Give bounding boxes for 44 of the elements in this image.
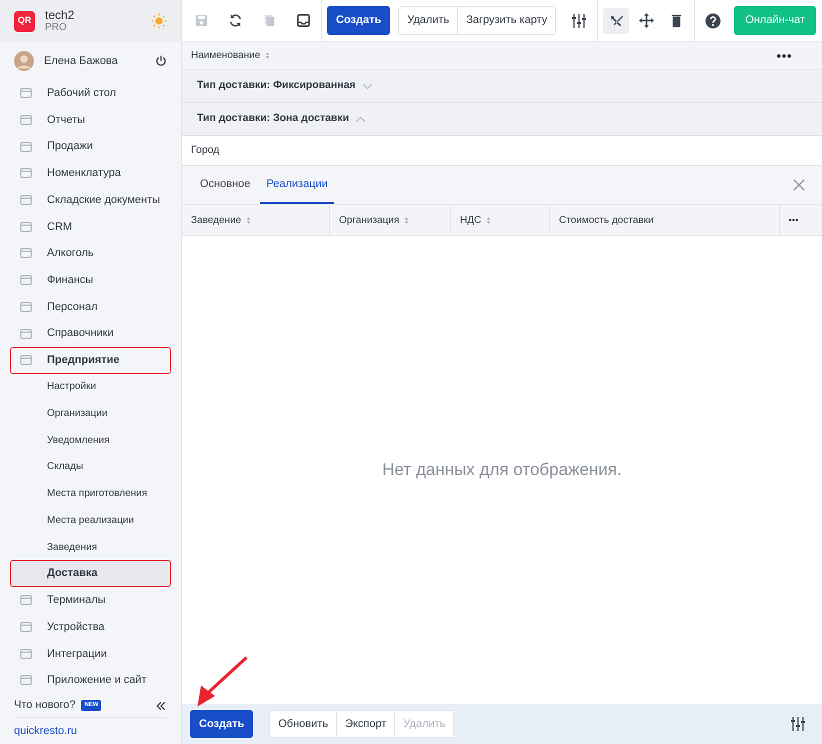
plan-label: PRO	[45, 22, 68, 34]
submenu-item[interactable]: Организации	[0, 400, 171, 427]
whats-new-link[interactable]: Что нового?	[14, 697, 76, 714]
menu-item[interactable]: Продажи	[0, 133, 171, 160]
submenu-item[interactable]: Уведомления	[0, 426, 171, 454]
column-header[interactable]: Стоимость доставки	[559, 212, 654, 228]
brand-name: tech2	[45, 8, 76, 22]
menu-item[interactable]: Номенклатура	[0, 160, 171, 187]
tab[interactable]: Основное	[194, 166, 256, 204]
menu-item[interactable]: Справочники	[0, 320, 171, 347]
menu-item[interactable]: Отчеты	[0, 106, 171, 134]
menu-item[interactable]: Терминалы	[0, 587, 171, 614]
submenu-item[interactable]: Настройки	[0, 374, 171, 400]
menu-item[interactable]: Финансы	[0, 266, 171, 294]
table-cell-text: Город	[191, 142, 220, 158]
menu-item[interactable]: Алкоголь	[0, 240, 171, 267]
logo: QR	[14, 10, 35, 32]
submenu-item[interactable]: Заведения	[0, 534, 171, 560]
menu-item[interactable]: Персонал	[0, 294, 171, 320]
menu-item[interactable]: CRM	[0, 213, 171, 240]
menu-item[interactable]: Складские документы	[0, 186, 171, 214]
menu-item[interactable]: Интеграции	[0, 640, 171, 668]
submenu-item[interactable]: Места реализации	[0, 507, 171, 534]
column-header[interactable]: Организация	[339, 212, 400, 228]
toolbar-button[interactable]: Экспорт	[336, 710, 394, 738]
group-header[interactable]: Тип доставки: Фиксированная	[197, 78, 356, 94]
menu-item[interactable]: Устройства	[0, 614, 171, 640]
column-header[interactable]: Заведение	[191, 212, 242, 228]
user-name: Елена Бажова	[44, 54, 119, 69]
create-button[interactable]: Создать	[190, 710, 254, 738]
menu-item[interactable]: Предприятие	[10, 346, 171, 374]
toolbar-button[interactable]: Загрузить карту	[457, 7, 556, 34]
site-link[interactable]: quickresto.ru	[14, 716, 167, 744]
empty-message: Нет данных для отображения.	[382, 459, 622, 482]
submenu-item[interactable]: Доставка	[10, 560, 171, 588]
menu-item[interactable]: Приложение и сайт	[0, 667, 171, 694]
column-header[interactable]: Наименование	[191, 48, 260, 63]
toolbar-button[interactable]: Обновить	[270, 710, 336, 738]
menu-item[interactable]: Рабочий стол	[0, 80, 171, 107]
group-header[interactable]: Тип доставки: Зона доставки	[197, 111, 350, 127]
submenu-item[interactable]: Склады	[0, 454, 171, 480]
column-header[interactable]: НДС	[460, 212, 482, 228]
create-button[interactable]: Создать	[327, 6, 390, 35]
submenu-item[interactable]: Места приготовления	[0, 480, 171, 507]
